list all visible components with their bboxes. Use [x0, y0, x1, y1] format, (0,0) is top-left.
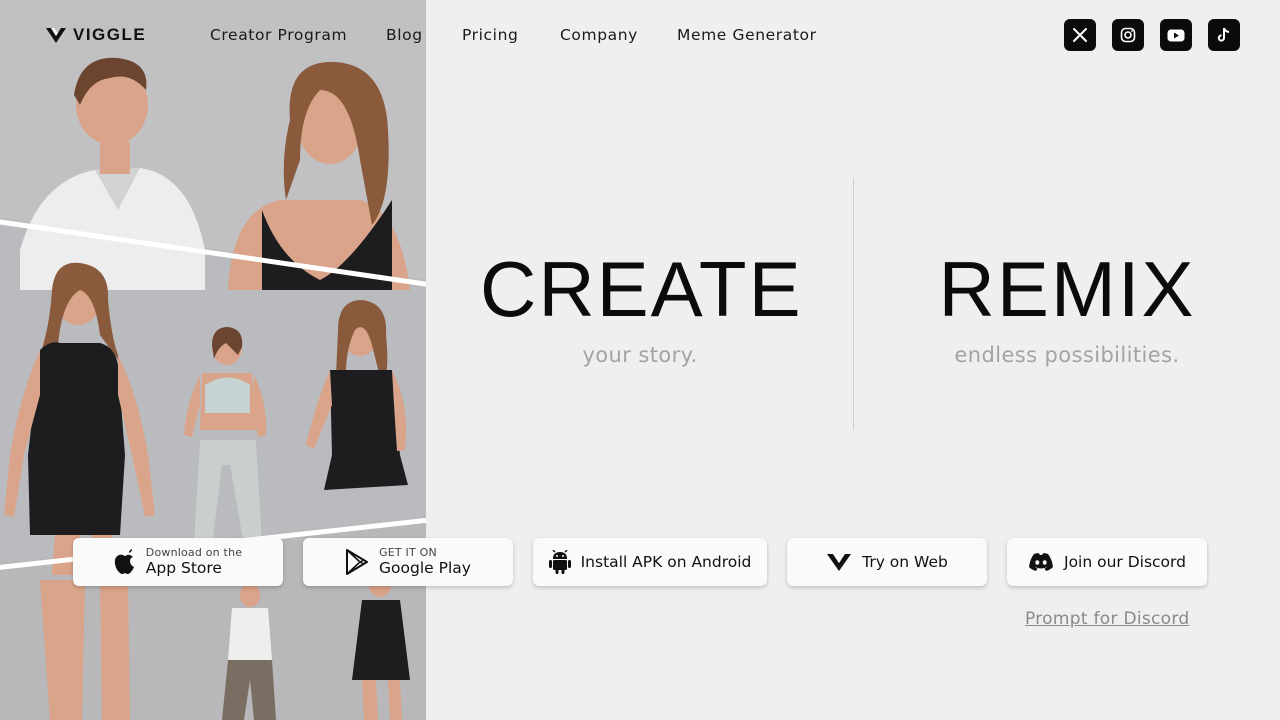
nav-item-pricing[interactable]: Pricing [462, 26, 518, 44]
android-icon [548, 550, 571, 574]
prompt-for-discord-link[interactable]: Prompt for Discord [1025, 609, 1189, 629]
x-icon [1073, 28, 1087, 42]
install-apk-label: Install APK on Android [580, 553, 752, 571]
google-play-icon [346, 549, 369, 575]
google-play-button[interactable]: GET IT ON Google Play [303, 538, 513, 586]
app-store-small-label: Download on the [145, 546, 243, 560]
viggle-logo-icon [46, 28, 66, 43]
google-play-small-label: GET IT ON [379, 546, 437, 560]
nav-item-meme-generator[interactable]: Meme Generator [677, 26, 817, 44]
nav-item-blog[interactable]: Blog [386, 26, 423, 44]
nav-item-company[interactable]: Company [560, 26, 638, 44]
google-play-label: Google Play [379, 558, 471, 577]
tiktok-icon [1217, 27, 1230, 42]
brand-name: VIGGLE [73, 25, 147, 44]
hero-create-subtitle: your story. [582, 343, 698, 367]
install-apk-button[interactable]: Install APK on Android [533, 538, 767, 586]
hero-image-collage [0, 0, 426, 720]
instagram-icon [1120, 27, 1136, 43]
hero-divider [853, 178, 854, 430]
hero-create-title: CREATE [480, 245, 803, 333]
join-discord-label: Join our Discord [1064, 553, 1186, 571]
youtube-social-button[interactable] [1160, 19, 1192, 51]
hero-remix-title: REMIX [938, 245, 1196, 333]
discord-icon [1029, 553, 1053, 571]
try-on-web-label: Try on Web [862, 553, 948, 571]
hero-remix-subtitle: endless possibilities. [954, 343, 1180, 367]
viggle-logo[interactable]: VIGGLE [45, 25, 146, 45]
x-social-button[interactable] [1064, 19, 1096, 51]
tiktok-social-button[interactable] [1208, 19, 1240, 51]
viggle-logo-icon [827, 554, 852, 571]
try-on-web-button[interactable]: Try on Web [787, 538, 987, 586]
instagram-social-button[interactable] [1112, 19, 1144, 51]
join-discord-button[interactable]: Join our Discord [1007, 538, 1207, 586]
social-links [1064, 19, 1240, 51]
nav-item-creator-program[interactable]: Creator Program [210, 26, 347, 44]
app-store-label: App Store [145, 558, 222, 577]
app-store-button[interactable]: Download on the App Store [73, 538, 283, 586]
youtube-icon [1167, 29, 1185, 41]
apple-icon [114, 549, 134, 574]
